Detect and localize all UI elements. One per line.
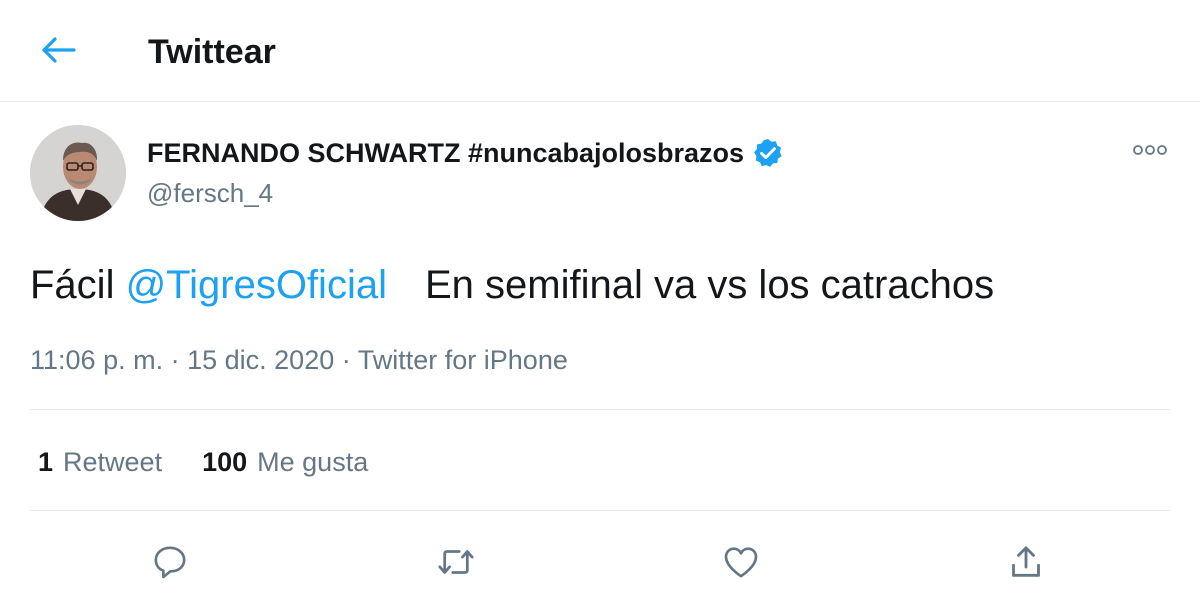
tweet-text: Fácil @TigresOficial En semifinal va vs l… [30, 260, 994, 310]
like-button[interactable] [719, 540, 763, 584]
tweet-text-suffix: En semifinal va vs los catrachos [424, 263, 995, 307]
back-button[interactable] [38, 30, 78, 70]
verified-badge-icon [754, 139, 782, 167]
more-dots-icon [1133, 145, 1167, 155]
tweet-source[interactable]: Twitter for iPhone [358, 345, 568, 375]
retweets-count: 1 [38, 447, 54, 477]
divider [30, 409, 1170, 410]
page-title: Twittear [148, 33, 276, 71]
retweets-stat[interactable]: 1 Retweet [38, 444, 162, 480]
author-display-name[interactable]: FERNANDO SCHWARTZ #nuncabajolosbrazos [147, 136, 784, 170]
tweet-meta: 11:06 p. m. · 15 dic. 2020 · Twitter for… [30, 342, 568, 378]
back-arrow-icon [42, 37, 76, 63]
meta-separator: · [170, 345, 180, 375]
avatar-image [30, 125, 126, 221]
share-button[interactable] [1004, 540, 1048, 584]
retweet-icon [438, 550, 474, 574]
reply-button[interactable] [148, 540, 192, 584]
tweet-time[interactable]: 11:06 p. m. [30, 345, 163, 375]
author-name-text: FERNANDO SCHWARTZ #nuncabajolosbrazos [147, 138, 745, 168]
divider [30, 510, 1170, 511]
retweet-button[interactable] [434, 540, 478, 584]
avatar[interactable] [30, 125, 126, 221]
likes-stat[interactable]: 100 Me gusta [202, 444, 368, 480]
like-icon [724, 547, 758, 578]
author-handle[interactable]: @fersch_4 [147, 176, 273, 210]
tweet-date[interactable]: 15 dic. 2020 [187, 345, 334, 375]
header-bar: Twittear [0, 0, 1200, 102]
likes-label: Me gusta [257, 447, 369, 477]
share-icon [1012, 546, 1040, 577]
tweet-text-prefix: Fácil [30, 263, 115, 307]
reply-icon [154, 546, 186, 579]
meta-separator: · [341, 345, 351, 375]
tweet-stats: 1 Retweet 100 Me gusta [38, 444, 408, 480]
more-options-button[interactable] [1130, 138, 1170, 162]
retweets-label: Retweet [63, 447, 163, 477]
likes-count: 100 [202, 447, 248, 477]
mention-link[interactable]: @TigresOficial [126, 263, 387, 307]
